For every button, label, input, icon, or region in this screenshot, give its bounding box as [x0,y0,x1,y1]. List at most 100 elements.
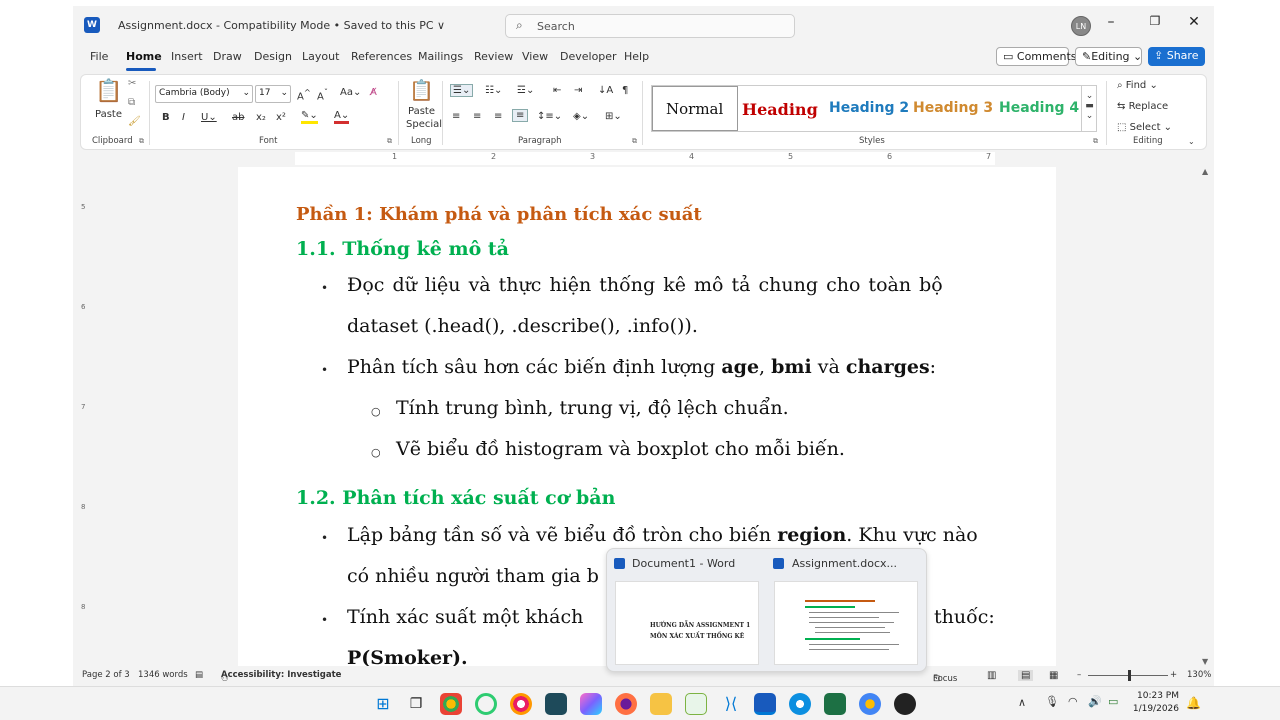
wifi-icon[interactable]: ◠ [1068,695,1078,708]
show-hidden-icons[interactable]: ∧ [1018,696,1026,709]
dialog-launcher-icon[interactable]: ⧉ [139,137,144,146]
close-icon[interactable]: ✕ [1184,14,1204,30]
edge-icon[interactable] [789,693,811,715]
app-icon[interactable] [894,693,916,715]
tab-design[interactable]: Design [254,50,292,63]
app-icon[interactable] [475,693,497,715]
zoom-in-icon[interactable]: + [1170,670,1177,680]
zoom-out-icon[interactable]: – [1077,670,1081,680]
align-right-icon[interactable]: ≡ [494,111,502,122]
collapse-ribbon-icon[interactable]: ⌄ [1188,137,1195,146]
volume-icon[interactable]: 🔊 [1088,695,1102,708]
firefox-icon[interactable] [615,693,637,715]
borders-icon[interactable]: ⊞⌄ [605,111,622,122]
avatar[interactable]: LN [1071,16,1091,36]
comments-button[interactable]: ▭ Comments [996,47,1077,66]
vertical-scrollbar[interactable]: ▲ ▼ [1199,167,1214,668]
multilevel-list-icon[interactable]: ☲⌄ [517,85,534,96]
sort-icon[interactable]: ↓A [598,85,613,96]
shading-icon[interactable]: ◈⌄ [573,111,589,122]
superscript-icon[interactable]: x² [276,112,286,123]
search-input[interactable]: ⌕ Search [505,14,795,38]
select-button[interactable]: ⬚ Select ⌄ [1117,122,1172,133]
chrome-icon[interactable] [440,693,462,715]
highlight-icon[interactable]: ✎⌄ [301,110,318,124]
word-taskbar-icon[interactable] [754,693,776,715]
tab-references[interactable]: References [351,50,412,63]
preview-title-document1[interactable]: Document1 - Word [632,557,735,570]
microphone-icon[interactable]: 🎙 [1045,695,1059,708]
system-clock[interactable]: 10:23 PM 1/19/2026 [1127,690,1179,716]
paste-special-label-1[interactable]: Paste [408,106,435,117]
file-explorer-icon[interactable] [650,693,672,715]
bold-icon[interactable]: B [162,112,170,123]
editing-mode-button[interactable]: ✎Editing ⌄ [1075,47,1142,66]
cut-icon[interactable]: ✂ [128,78,136,89]
style-heading-3[interactable]: Heading 3 [913,100,993,116]
clipboard-icon[interactable]: 📋 [95,79,122,104]
dialog-launcher-icon[interactable]: ⧉ [387,137,392,146]
vscode-icon[interactable]: ⟩⟨ [720,693,742,715]
preview-thumbnail-document1[interactable]: HƯỚNG DẪN ASSIGNMENT 1 MÔN XÁC XUẤT THỐN… [615,581,759,665]
tab-mailings[interactable]: Mailings [418,50,463,63]
increase-indent-icon[interactable]: ⇥ [574,85,582,96]
style-heading-4[interactable]: Heading 4 [999,100,1079,116]
battery-icon[interactable]: ▭ [1108,695,1118,708]
copy-icon[interactable]: ⧉ [128,97,135,108]
task-view-icon[interactable]: ❐ [405,693,427,715]
zoom-slider-thumb[interactable] [1128,670,1131,681]
horizontal-ruler[interactable]: 1 2 3 4 5 6 7 [295,152,995,165]
scroll-down-icon[interactable]: ▼ [1202,657,1208,666]
line-spacing-icon[interactable]: ↕≡⌄ [537,111,562,122]
italic-icon[interactable]: I [182,112,185,123]
accessibility-status[interactable]: ⚇ Accessibility: Investigate [221,670,341,684]
tab-file[interactable]: File [90,50,108,63]
excel-icon[interactable] [824,693,846,715]
word-count[interactable]: 1346 words [138,670,188,680]
print-layout-icon[interactable]: ▤ [1018,670,1034,681]
grow-font-icon[interactable]: A^ [297,87,311,102]
align-left-icon[interactable]: ≡ [452,111,460,122]
styles-more-icon[interactable]: ⌄ ▬ ⌄ [1081,85,1097,132]
numbering-icon[interactable]: ☷⌄ [485,85,502,96]
align-center-icon[interactable]: ≡ [473,111,481,122]
justify-icon[interactable]: ≡ [512,109,529,122]
find-button[interactable]: ⌕ Find ⌄ [1117,80,1158,91]
app-icon[interactable] [545,693,567,715]
style-normal[interactable]: Normal [666,100,723,118]
tab-help[interactable]: Help [624,50,649,63]
proofing-icon[interactable]: ▤ [195,670,203,680]
format-painter-icon[interactable]: 🖌 [128,116,141,127]
paste-button[interactable]: Paste [95,109,122,120]
style-heading[interactable]: Heading [742,100,818,119]
tab-review[interactable]: Review [474,50,513,63]
web-layout-icon[interactable]: ▦ [1049,670,1058,681]
minimize-icon[interactable]: – [1101,14,1121,30]
underline-icon[interactable]: U⌄ [201,112,217,123]
clear-formatting-icon[interactable]: A̸ [370,87,377,98]
tab-layout[interactable]: Layout [302,50,339,63]
replace-button[interactable]: ⇆ Replace [1117,101,1168,112]
copilot-icon[interactable] [580,693,602,715]
app-icon[interactable] [685,693,707,715]
tab-home[interactable]: Home [126,50,162,63]
chrome-profile-icon[interactable] [859,693,881,715]
decrease-indent-icon[interactable]: ⇤ [553,85,561,96]
notification-icon[interactable]: 🔔 [1186,696,1201,710]
dialog-launcher-icon[interactable]: ⧉ [632,137,637,146]
read-mode-icon[interactable]: ▥ [987,670,996,681]
bullets-icon[interactable]: ☰⌄ [450,84,474,97]
scroll-up-icon[interactable]: ▲ [1202,167,1208,176]
start-icon[interactable]: ⊞ [372,693,394,715]
browser-icon[interactable] [510,693,532,715]
show-marks-icon[interactable]: ¶ [622,85,628,96]
paste-special-label-2[interactable]: Special [406,119,442,130]
tab-developer[interactable]: Developer [560,50,617,63]
zoom-level[interactable]: 130% [1187,670,1211,680]
change-case-icon[interactable]: Aa⌄ [340,87,361,98]
font-color-icon[interactable]: A⌄ [334,110,350,124]
document-title[interactable]: Assignment.docx - Compatibility Mode • S… [118,19,445,32]
font-size-dropdown[interactable]: 17 ⌄ [255,85,291,103]
font-name-dropdown[interactable]: Cambria (Body) ⌄ [155,85,253,103]
shrink-font-icon[interactable]: Aˇ [317,87,328,102]
